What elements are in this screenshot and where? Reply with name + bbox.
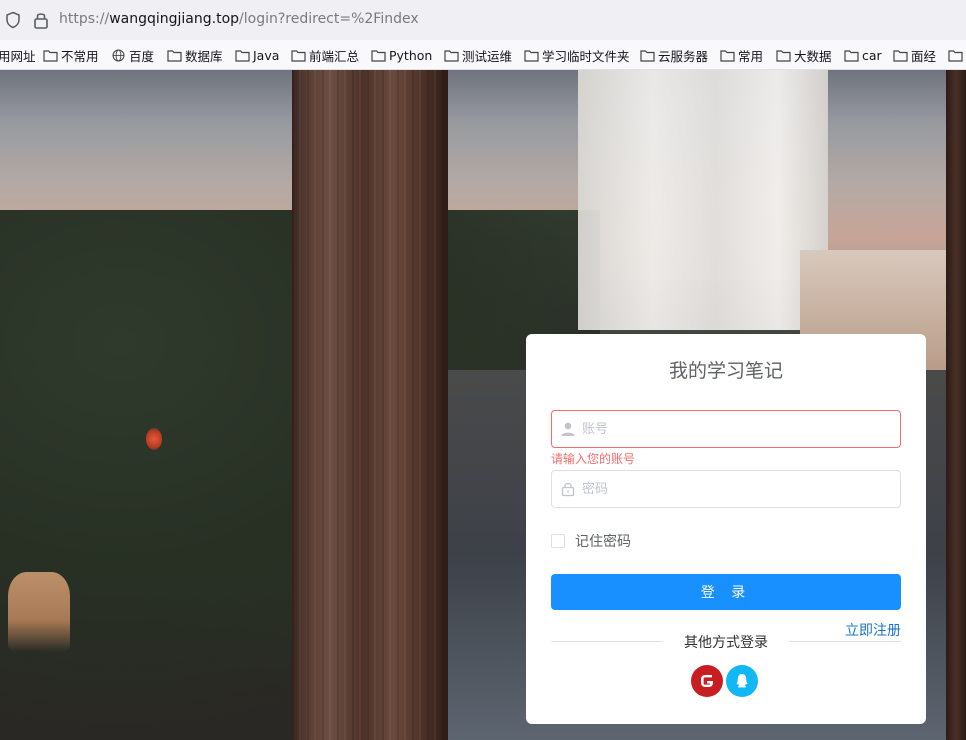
- bookmark-folder[interactable]: Python: [371, 46, 432, 64]
- shield-icon[interactable]: [4, 11, 22, 29]
- lock-icon[interactable]: [32, 10, 50, 30]
- login-title: 我的学习笔记: [668, 360, 783, 382]
- bookmark-label: 学习临时文件夹: [542, 48, 630, 64]
- lock-icon: [561, 482, 575, 497]
- bookmark-label: Java: [253, 47, 280, 63]
- bookmark-folder[interactable]: 面经: [893, 46, 936, 64]
- bookmarks-bar: 用网址 不常用 百度 数据库 Java 前端汇总 Python 测试运维 学习临…: [0, 40, 966, 70]
- gitee-icon: [701, 675, 713, 687]
- bookmark-item[interactable]: 百度: [111, 46, 154, 64]
- username-input[interactable]: [582, 411, 892, 447]
- bookmark-item[interactable]: 用网址: [0, 46, 36, 64]
- background-lamp: [8, 572, 70, 652]
- bookmark-folder[interactable]: 常用: [720, 46, 763, 64]
- folder-icon: [371, 49, 386, 62]
- url-domain: wangqingjiang.top: [109, 11, 240, 27]
- url-path: /login?redirect=%2Findex: [239, 11, 419, 27]
- bookmark-folder[interactable]: 云服务器: [640, 46, 708, 64]
- folder-icon: [291, 49, 306, 62]
- url-scheme: https://: [59, 11, 110, 27]
- address-bar[interactable]: https://wangqingjiang.top/login?redirect…: [0, 0, 966, 40]
- qq-icon: [736, 674, 748, 688]
- folder-icon: [948, 49, 963, 62]
- background-wooden-post: [946, 70, 966, 740]
- gitee-login-button[interactable]: [691, 665, 723, 697]
- bookmark-folder[interactable]: 前端汇总: [291, 46, 359, 64]
- folder-icon: [640, 49, 655, 62]
- folder-icon: [893, 49, 908, 62]
- bookmark-label: 测试运维: [462, 48, 513, 64]
- bookmark-label: 数据库: [185, 48, 223, 64]
- bookmark-label: 云服务器: [658, 48, 709, 64]
- folder-icon: [524, 49, 539, 62]
- other-login-methods: 其他方式登录: [684, 635, 768, 651]
- remember-checkbox[interactable]: [551, 534, 565, 548]
- bookmark-folder[interactable]: 学习临时文件夹: [524, 46, 630, 64]
- globe-icon: [112, 49, 125, 61]
- bookmark-label: 前端汇总: [309, 48, 360, 64]
- login-card: 我的学习笔记 请输入您的账号 记住密码 登 录 立即注册 其他方式登录: [526, 334, 926, 724]
- password-input[interactable]: [582, 471, 892, 507]
- username-error: 请输入您的账号: [551, 452, 636, 466]
- url-text[interactable]: https://wangqingjiang.top/login?redirect…: [59, 11, 419, 27]
- bookmark-label: 面经: [911, 48, 937, 64]
- password-field[interactable]: [551, 470, 901, 508]
- remember-password[interactable]: 记住密码: [551, 531, 631, 551]
- bookmark-folder[interactable]: Java: [235, 46, 279, 64]
- folder-icon: [720, 49, 735, 62]
- bookmark-label: 常用: [738, 48, 764, 64]
- bookmark-folder[interactable]: 不常用: [43, 46, 99, 64]
- username-field[interactable]: [551, 410, 901, 448]
- bookmark-label: 不常用: [61, 48, 99, 64]
- background-red-light: [146, 428, 162, 450]
- bookmark-label: car: [862, 47, 882, 63]
- folder-icon: [167, 49, 182, 62]
- remember-label[interactable]: 记住密码: [575, 531, 631, 551]
- bookmark-label: 大数据: [794, 48, 832, 64]
- bookmark-folder[interactable]: car: [844, 46, 882, 64]
- bookmark-folder[interactable]: 数据库: [167, 46, 223, 64]
- folder-icon: [43, 49, 58, 62]
- background-wooden-post: [292, 70, 448, 740]
- bookmark-label: 百度: [129, 48, 155, 64]
- bookmark-folder[interactable]: 测试运维: [444, 46, 512, 64]
- folder-icon: [444, 49, 459, 62]
- qq-login-button[interactable]: [726, 665, 758, 697]
- folder-icon: [844, 49, 859, 62]
- background-curtain: [578, 70, 828, 330]
- bookmark-label: Python: [389, 47, 433, 63]
- user-icon: [561, 422, 575, 436]
- bookmark-label: 用网址: [0, 48, 36, 64]
- bookmark-folder[interactable]: [948, 46, 966, 64]
- folder-icon: [776, 49, 791, 62]
- bookmark-folder[interactable]: 大数据: [776, 46, 832, 64]
- folder-icon: [235, 49, 250, 62]
- login-button[interactable]: 登 录: [551, 574, 901, 610]
